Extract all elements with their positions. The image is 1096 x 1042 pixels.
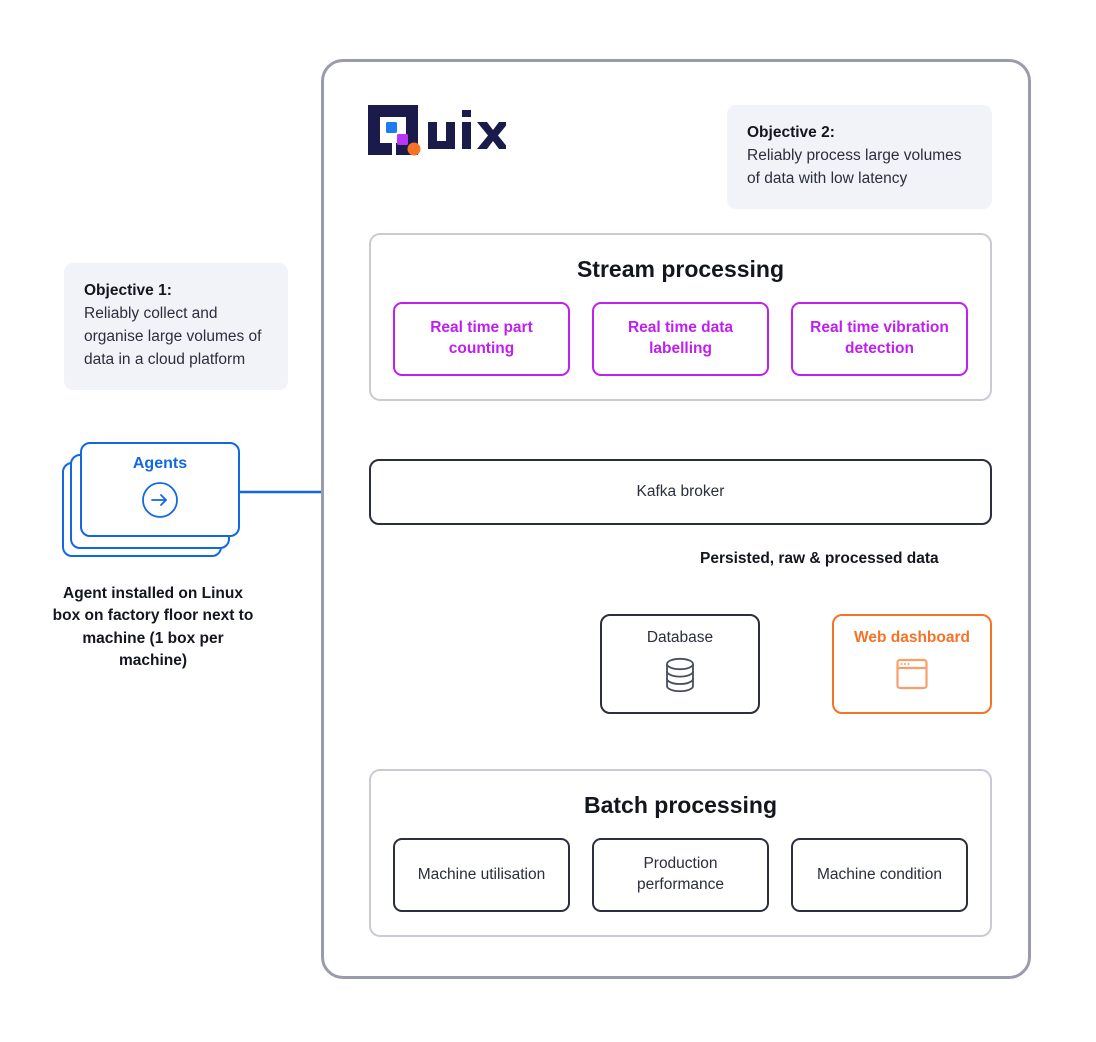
- stream-processing-panel: Stream processing Real time part countin…: [369, 233, 992, 401]
- objective-2-callout: Objective 2: Reliably process large volu…: [727, 105, 992, 209]
- stream-processing-title: Stream processing: [576, 256, 785, 282]
- objective-2-title: Objective 2:: [747, 124, 835, 141]
- agents-caption: Agent installed on Linux box on factory …: [48, 583, 258, 673]
- stream-chip-vibration-detection[interactable]: Real time vibration detection: [791, 302, 968, 376]
- objective-1-body: Reliably collect and organise large volu…: [84, 304, 262, 368]
- kafka-broker-label: Kafka broker: [636, 483, 725, 500]
- objective-2-body: Reliably process large volumes of data w…: [747, 146, 962, 187]
- kafka-broker-node[interactable]: Kafka broker: [369, 459, 992, 525]
- agents-label: Agents: [132, 455, 188, 472]
- browser-window-icon: [896, 658, 928, 690]
- database-cylinder-icon: [666, 657, 694, 693]
- agents-card-front[interactable]: Agents: [80, 442, 240, 537]
- objective-1-callout: Objective 1: Reliably collect and organi…: [64, 263, 288, 390]
- batch-chip-production-performance[interactable]: Production performance: [592, 838, 769, 912]
- agents-caption-text: Agent installed on Linux box on factory …: [52, 585, 254, 670]
- circle-arrow-right-icon: [142, 482, 178, 518]
- database-label: Database: [646, 629, 714, 646]
- batch-processing-chip-row: Machine utilisation Production performan…: [371, 838, 990, 912]
- stream-chip-data-labelling[interactable]: Real time data labelling: [592, 302, 769, 376]
- objective-1-title: Objective 1:: [84, 282, 172, 299]
- agents-icon-wrap: [82, 481, 238, 519]
- database-icon-wrap: [602, 657, 758, 693]
- web-dashboard-icon-wrap: [834, 657, 990, 691]
- batch-chip-machine-condition[interactable]: Machine condition: [791, 838, 968, 912]
- persisted-data-label: Persisted, raw & processed data: [700, 548, 939, 570]
- quix-logo-mark: [368, 105, 509, 156]
- stream-processing-chip-row: Real time part counting Real time data l…: [371, 302, 990, 376]
- batch-processing-title: Batch processing: [584, 792, 777, 818]
- stream-chip-part-counting[interactable]: Real time part counting: [393, 302, 570, 376]
- batch-processing-panel: Batch processing Machine utilisation Pro…: [369, 769, 992, 937]
- database-node[interactable]: Database: [600, 614, 760, 714]
- agents-node[interactable]: Agents: [62, 442, 247, 560]
- persisted-data-text: Persisted, raw & processed data: [700, 550, 939, 567]
- web-dashboard-node[interactable]: Web dashboard: [832, 614, 992, 714]
- quix-logo: [366, 103, 509, 158]
- batch-chip-machine-utilisation[interactable]: Machine utilisation: [393, 838, 570, 912]
- web-dashboard-label: Web dashboard: [854, 629, 970, 646]
